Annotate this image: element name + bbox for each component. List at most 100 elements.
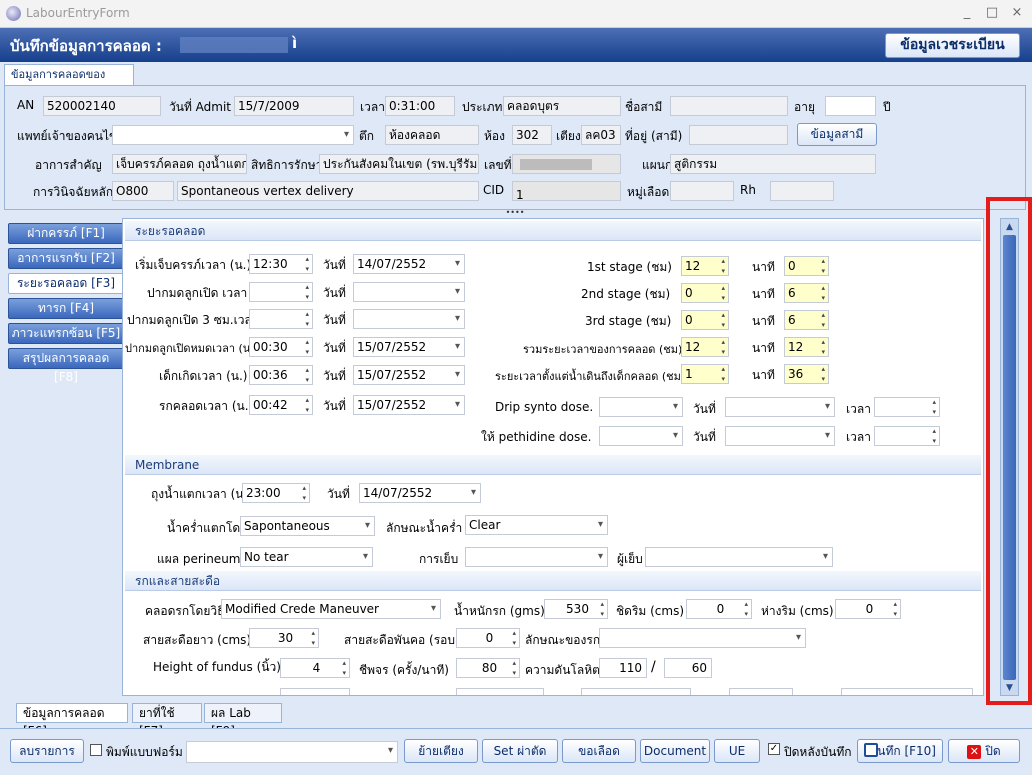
medical-record-button[interactable]: ข้อมูลเวชระเบียน (885, 33, 1020, 58)
nav-labour-stage[interactable]: ระยะรอคลอด [F3] (8, 273, 124, 294)
fundus-field[interactable]: 4 (280, 658, 350, 678)
symptom-field[interactable]: เจ็บครรภ์คลอด ถุงน้ำแตกก่อน (112, 154, 247, 174)
nav-antenatal[interactable]: ฝากครรภ์ [F1] (8, 223, 124, 244)
pethidine-date-label: วันที่ (693, 430, 716, 444)
ue-button[interactable]: UE (714, 739, 760, 763)
stage-hour-field[interactable]: 12 (681, 337, 729, 357)
building-field[interactable]: ห้องคลอด (385, 125, 479, 145)
admit-date-field[interactable]: 15/7/2009 (234, 96, 354, 116)
break-by-select[interactable]: Sapontaneous (240, 516, 375, 536)
stage-minute-field[interactable]: 0 (784, 256, 829, 276)
address-field[interactable] (689, 125, 788, 145)
labour-time-field[interactable]: 00:36 (249, 365, 313, 385)
tab-medications[interactable]: ยาที่ใช้ [F7] (132, 703, 202, 738)
cut-off-field[interactable] (841, 688, 973, 695)
perineum-select[interactable]: No tear (240, 547, 373, 567)
labour-date-field[interactable]: 15/07/2552 (353, 337, 465, 357)
rh-field[interactable] (770, 181, 834, 201)
cord-wrap-field[interactable]: 0 (456, 628, 520, 648)
pethidine-time-field[interactable] (874, 426, 940, 446)
placenta-method-select[interactable]: Modified Crede Maneuver (221, 599, 441, 619)
room-field[interactable]: 302 (512, 125, 552, 145)
doctor-select[interactable] (112, 125, 354, 145)
stage-minute-field[interactable]: 12 (784, 337, 829, 357)
request-blood-button[interactable]: ขอเลือด (562, 739, 636, 763)
suture-select[interactable] (465, 547, 608, 567)
pethidine-dose-select[interactable] (599, 426, 683, 446)
edge-field[interactable]: 0 (686, 599, 752, 619)
close-button[interactable]: ✕ ปิด (948, 739, 1020, 763)
maximize-button[interactable]: □ (980, 4, 1004, 22)
labour-time-field[interactable]: 00:30 (249, 337, 313, 357)
stage-minute-field[interactable]: 36 (784, 364, 829, 384)
close-window-button[interactable]: × (1005, 4, 1029, 22)
pulse-field[interactable]: 80 (456, 658, 520, 678)
time-field[interactable]: 0:31:00 (385, 96, 455, 116)
bp-systolic-field[interactable]: 110 (599, 658, 647, 678)
tab-delivery-info[interactable]: ข้อมูลการคลอด [F6] (16, 703, 128, 738)
print-form-checkbox[interactable] (90, 744, 102, 756)
nav-summary[interactable]: สรุปผลการคลอด [F8] (8, 348, 124, 384)
husband-info-button[interactable]: ข้อมูลสามี (797, 123, 877, 146)
drip-date-field[interactable] (725, 397, 835, 417)
rupture-time-field[interactable]: 23:00 (242, 483, 310, 503)
cord-length-field[interactable]: 30 (249, 628, 319, 648)
save-button[interactable]: บันทึก [F10] (857, 739, 943, 763)
placenta-feature-select[interactable] (599, 628, 806, 648)
stage-minute-field[interactable]: 6 (784, 283, 829, 303)
labour-time-field[interactable] (249, 282, 313, 302)
age-field[interactable] (825, 96, 876, 116)
stage-hour-field[interactable]: 0 (681, 310, 729, 330)
drip-dose-select[interactable] (599, 397, 683, 417)
labour-date-field[interactable]: 15/07/2552 (353, 365, 465, 385)
print-form-select[interactable] (186, 741, 398, 763)
fluid-select[interactable]: Clear (465, 515, 608, 535)
rupture-date-label: วันที่ (327, 487, 350, 501)
pethidine-date-field[interactable] (725, 426, 835, 446)
tab-mother-info[interactable]: ข้อมูลการคลอดของมารดา (4, 64, 134, 101)
document-button[interactable]: Document (640, 739, 710, 763)
cut-off-field[interactable] (456, 688, 544, 695)
stage-hour-field[interactable]: 0 (681, 283, 729, 303)
labour-date-field[interactable]: 15/07/2552 (353, 395, 465, 415)
minimize-button[interactable]: _ (955, 4, 979, 22)
nav-baby[interactable]: ทารก [F4] (8, 298, 124, 319)
delete-item-button[interactable]: ลบรายการ (10, 739, 84, 763)
labour-time-field[interactable] (249, 309, 313, 329)
set-surgery-button[interactable]: Set ผ่าตัด (482, 739, 558, 763)
bed-field[interactable]: ลค03 (581, 125, 621, 145)
cut-off-field[interactable] (280, 688, 350, 695)
rupture-date-field[interactable]: 14/07/2552 (359, 483, 481, 503)
rights-field[interactable]: ประกันสังคมในเขต (รพ.บุรีรัมย์) (319, 154, 479, 174)
labour-time-field[interactable]: 00:42 (249, 395, 313, 415)
drip-time-field[interactable] (874, 397, 940, 417)
an-field[interactable]: 520002140 (43, 96, 161, 116)
placenta-weight-field[interactable]: 530 (544, 599, 608, 619)
husband-field[interactable] (670, 96, 788, 116)
suturer-select[interactable] (645, 547, 833, 567)
number-field[interactable] (512, 154, 621, 174)
cut-off-field[interactable] (729, 688, 793, 695)
bp-diastolic-field[interactable]: 60 (664, 658, 712, 678)
type-field[interactable]: คลอดบุตร (503, 96, 621, 116)
close-after-save-checkbox[interactable]: ✓ (768, 743, 780, 755)
stage-minute-field[interactable]: 6 (784, 310, 829, 330)
cut-off-field[interactable] (581, 688, 691, 695)
nav-complications[interactable]: ภาวะแทรกซ้อน [F5] (8, 323, 124, 344)
cid-field[interactable]: 1 (512, 181, 621, 201)
labour-date-field[interactable]: 14/07/2552 (353, 254, 465, 274)
stage-hour-field[interactable]: 1 (681, 364, 729, 384)
nav-admission-symptom[interactable]: อาการแรกรับ [F2] (8, 248, 124, 269)
labour-date-field[interactable] (353, 282, 465, 302)
blood-group-field[interactable] (670, 181, 734, 201)
move-bed-button[interactable]: ย้ายเตียง (404, 739, 478, 763)
tab-lab-results[interactable]: ผล Lab [F9] (204, 703, 282, 738)
diagnosis-text-field[interactable]: Spontaneous vertex delivery (177, 181, 479, 201)
dept-field[interactable]: สูติกรรม (670, 154, 876, 174)
stage-hour-field[interactable]: 12 (681, 256, 729, 276)
diagnosis-code-field[interactable]: O800 (112, 181, 174, 201)
far-edge-field[interactable]: 0 (835, 599, 901, 619)
labour-date-field[interactable] (353, 309, 465, 329)
labour-time-field[interactable]: 12:30 (249, 254, 313, 274)
splitter-handle[interactable]: •••• (4, 209, 1026, 218)
